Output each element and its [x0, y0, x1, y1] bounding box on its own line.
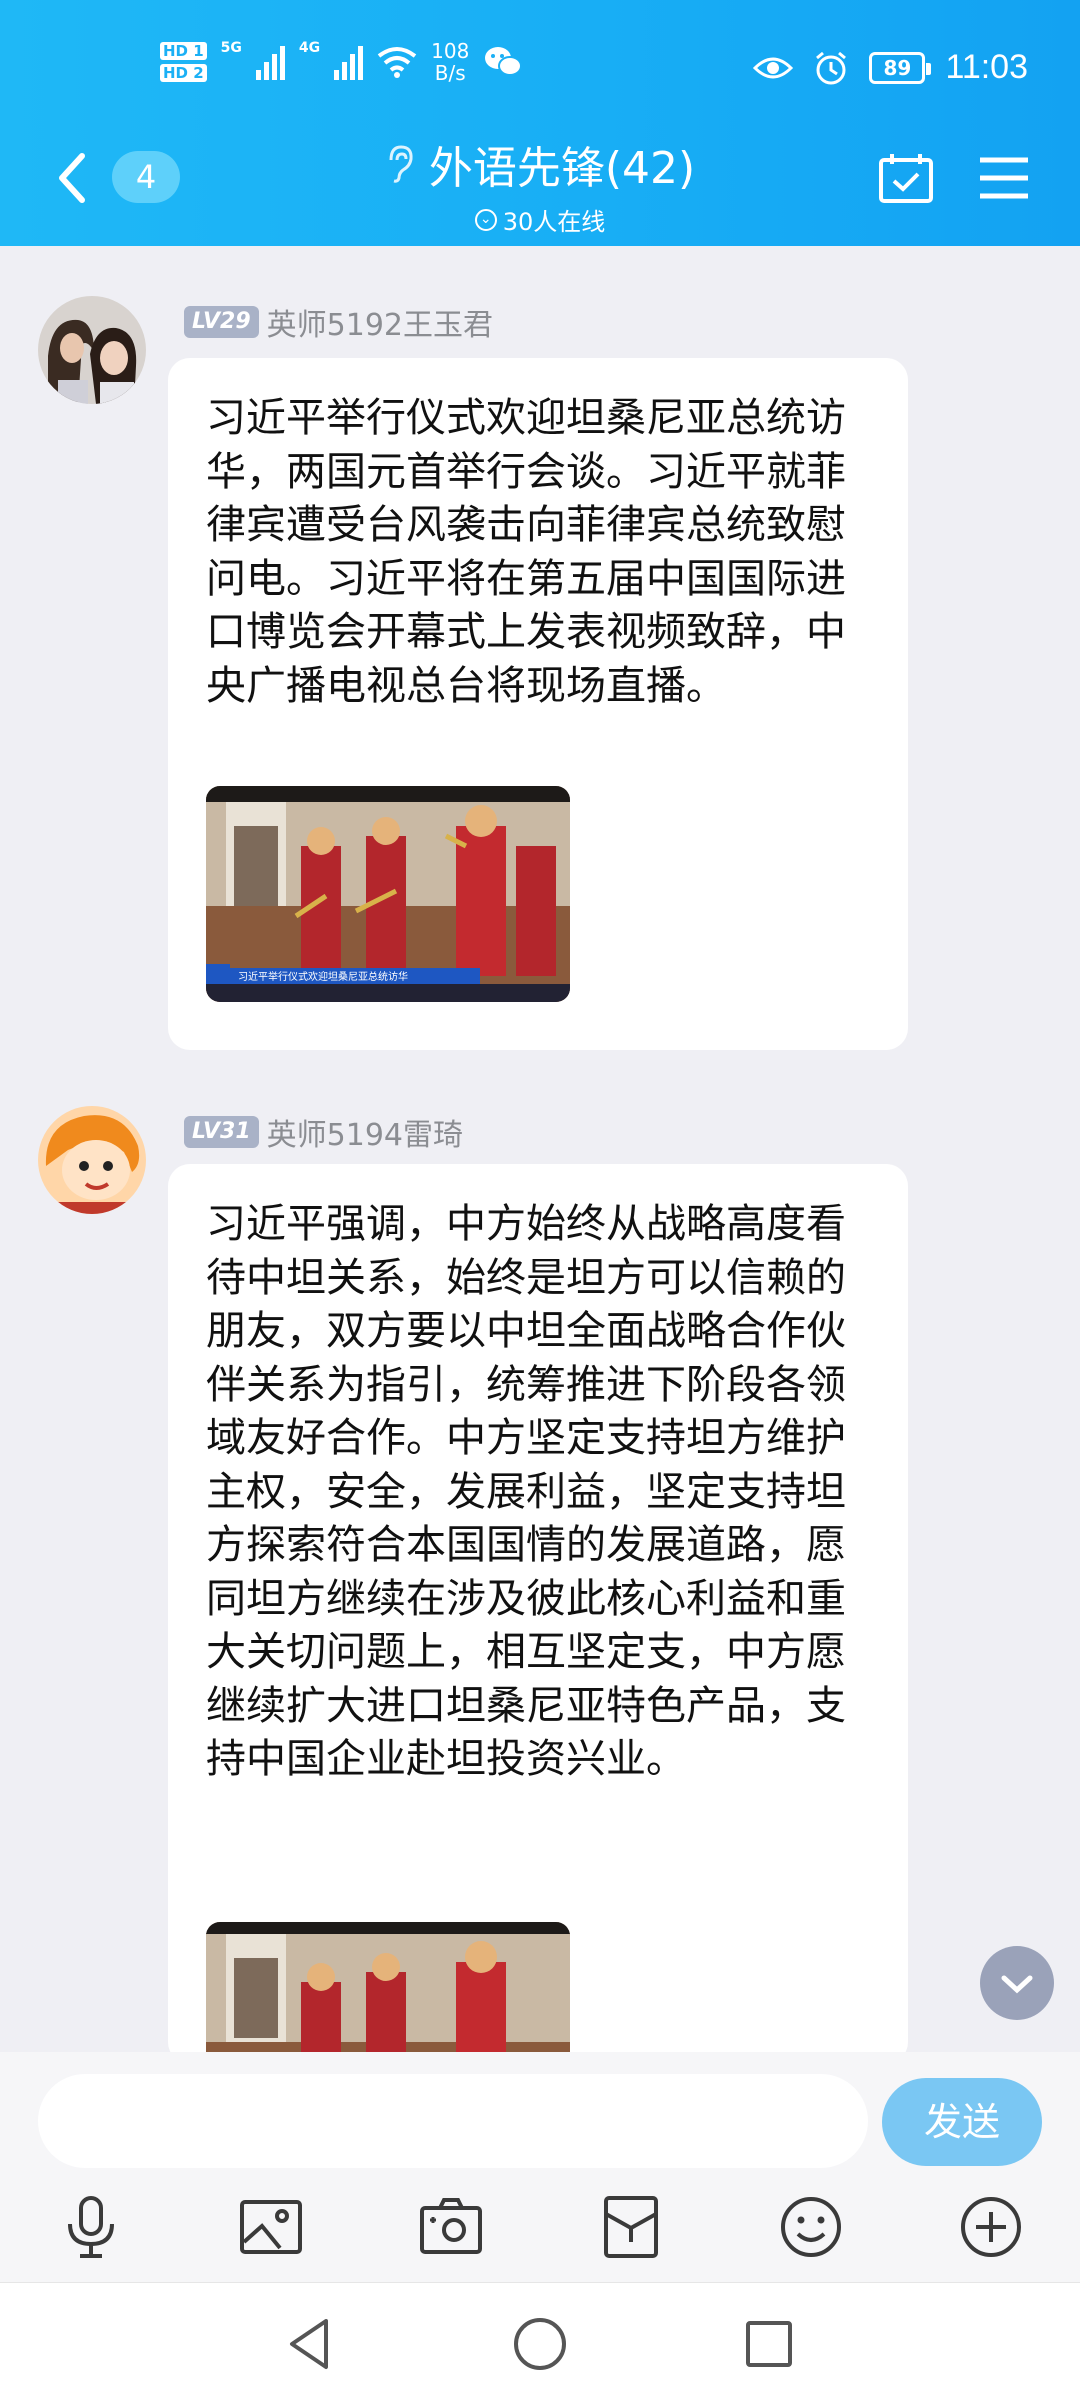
- group-title: 外语先锋(42): [385, 132, 695, 196]
- level-badge: LV29: [184, 306, 259, 338]
- sender-name[interactable]: 英师5192王玉君: [267, 300, 493, 344]
- speed-unit: B/s: [434, 61, 466, 85]
- microphone-icon[interactable]: [56, 2192, 126, 2262]
- avatar[interactable]: [38, 296, 146, 404]
- message-image[interactable]: 习近平举行仪式欢迎坦桑尼亚总统访华: [206, 786, 570, 1002]
- message-text: 习近平强调，中方始终从战略高度看待中坦关系，始终是坦方可以信赖的朋友，双方要以中…: [206, 1201, 846, 1782]
- level-badge: LV31: [184, 1116, 259, 1148]
- camera-icon[interactable]: [416, 2192, 486, 2262]
- network-4g-label: 4G: [298, 40, 321, 56]
- status-left: HD 1 HD 2 5G 4G 108 B/s: [160, 40, 523, 84]
- hd-indicators: HD 1 HD 2: [160, 42, 207, 82]
- red-packet-icon[interactable]: [596, 2192, 666, 2262]
- network-5g-label: 5G: [220, 40, 242, 56]
- online-count: 30人在线: [502, 208, 606, 236]
- group-name: 外语先锋(42): [428, 143, 696, 194]
- hd1-badge: HD 1: [160, 42, 207, 60]
- chevron-down-icon: [1001, 1975, 1033, 1994]
- eye-comfort-icon: [753, 57, 794, 78]
- emoji-icon[interactable]: [776, 2192, 846, 2262]
- system-navigation-bar: [0, 2282, 1080, 2400]
- ear-icon: [389, 145, 413, 183]
- message-bubble[interactable]: 习近平强调，中方始终从战略高度看待中坦关系，始终是坦方可以信赖的朋友，双方要以中…: [168, 1164, 908, 2138]
- wechat-icon: [485, 47, 523, 76]
- message-bubble[interactable]: 习近平举行仪式欢迎坦桑尼亚总统访华，两国元首举行会谈。习近平就菲律宾遭受台风袭击…: [168, 358, 908, 1050]
- calendar-checkin-icon[interactable]: [878, 152, 934, 204]
- sender-name[interactable]: 英师5194雷琦: [267, 1110, 463, 1154]
- sender-meta: LV29 英师5192王玉君: [184, 300, 493, 344]
- signal-5g-icon: [255, 44, 285, 80]
- send-button[interactable]: 发送: [882, 2078, 1042, 2166]
- home-circle-icon[interactable]: [505, 2309, 575, 2379]
- online-chevron-icon: ⌄: [474, 208, 497, 231]
- message-text: 习近平举行仪式欢迎坦桑尼亚总统访华，两国元首举行会谈。习近平就菲律宾遭受台风袭击…: [206, 395, 846, 709]
- alarm-icon: [816, 51, 847, 84]
- sender-meta: LV31 英师5194雷琦: [184, 1110, 463, 1154]
- scroll-to-bottom-button[interactable]: [980, 1946, 1054, 2020]
- clock: 11:03: [945, 48, 1028, 86]
- image-caption: 习近平举行仪式欢迎坦桑尼亚总统访华: [238, 970, 408, 983]
- hd2-badge: HD 2: [160, 64, 207, 82]
- input-bar: 发送: [0, 2052, 1080, 2282]
- chat-navbar: 4 外语先锋(42) ⌄ 30人在线: [0, 124, 1080, 237]
- network-speed: 108 B/s: [431, 40, 469, 84]
- status-bar: HD 1 HD 2 5G 4G 108 B/s 89 11:03: [0, 30, 1080, 110]
- plus-icon[interactable]: [956, 2192, 1026, 2262]
- signal-4g-icon: [334, 44, 364, 80]
- back-triangle-icon[interactable]: [276, 2309, 346, 2379]
- online-status: ⌄ 30人在线: [0, 202, 1080, 237]
- battery-indicator: 89: [869, 51, 932, 84]
- avatar[interactable]: [38, 1106, 146, 1214]
- recents-square-icon[interactable]: [734, 2309, 804, 2379]
- message-input[interactable]: [38, 2074, 868, 2168]
- speed-value: 108: [431, 39, 470, 63]
- menu-icon[interactable]: [978, 156, 1030, 200]
- status-right: 89 11:03: [753, 48, 1028, 87]
- wifi-icon: [377, 47, 417, 78]
- app-header: HD 1 HD 2 5G 4G 108 B/s 89 11:03 4 外语先锋(…: [0, 0, 1080, 246]
- picture-icon[interactable]: [236, 2192, 306, 2262]
